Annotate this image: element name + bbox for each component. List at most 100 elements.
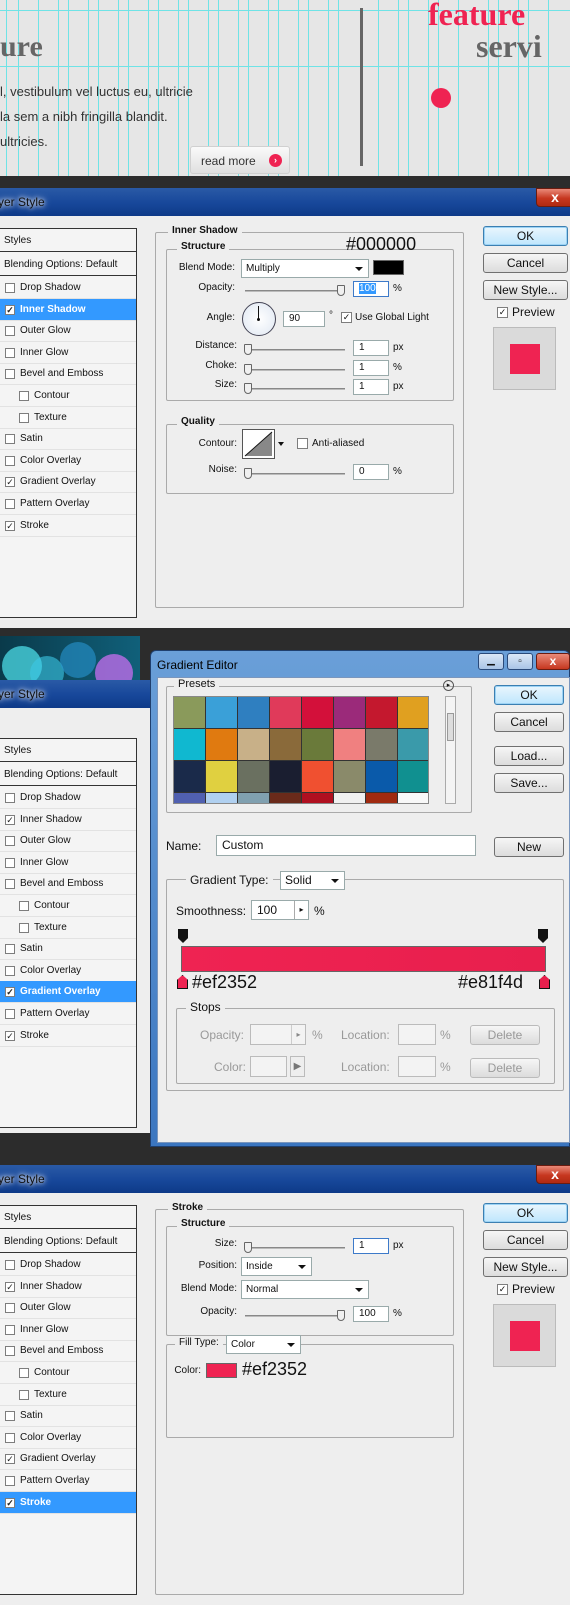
new-style-button[interactable]: New Style... — [483, 280, 568, 300]
style-item[interactable]: ✓ Stroke — [0, 1025, 136, 1047]
size-slider[interactable] — [244, 1242, 345, 1253]
gradient-preset[interactable] — [270, 697, 301, 728]
style-checkbox[interactable]: ✓ — [5, 814, 15, 825]
gradient-preset[interactable] — [366, 729, 397, 760]
opacity-slider[interactable] — [245, 1310, 345, 1321]
style-item[interactable]: Inner Glow — [0, 852, 136, 874]
gradient-preset[interactable] — [302, 729, 333, 760]
style-item[interactable]: Bevel and Emboss — [0, 1340, 136, 1363]
ok-button[interactable]: OK — [494, 685, 564, 705]
style-checkbox[interactable] — [5, 1346, 15, 1357]
style-checkbox[interactable]: ✓ — [5, 1454, 15, 1465]
gradient-preset[interactable] — [238, 697, 269, 728]
chevron-down-icon[interactable] — [278, 442, 284, 446]
distance-slider[interactable] — [244, 344, 345, 355]
style-checkbox[interactable] — [5, 857, 15, 868]
style-item[interactable]: Contour — [0, 1362, 136, 1384]
arrow-right-circle-icon[interactable]: ▸ — [443, 680, 454, 691]
cancel-button[interactable]: Cancel — [483, 253, 568, 273]
new-style-button[interactable]: New Style... — [483, 1257, 568, 1277]
gradient-type-select[interactable]: Solid — [280, 871, 345, 890]
gradient-preset[interactable] — [174, 729, 205, 760]
style-item[interactable]: ✓ Stroke — [0, 515, 136, 537]
slider-thumb[interactable] — [244, 364, 252, 375]
fill-type-select[interactable]: Color — [226, 1335, 301, 1354]
gradient-preset[interactable] — [366, 697, 397, 728]
gradient-preset[interactable] — [206, 697, 237, 728]
gradient-preset[interactable] — [174, 697, 205, 728]
size-input[interactable]: 1 — [353, 379, 389, 395]
stop-location-input[interactable] — [398, 1024, 436, 1045]
minimize-icon[interactable]: ▁ — [478, 653, 504, 670]
gradient-preset[interactable] — [206, 729, 237, 760]
gradient-preset[interactable] — [238, 761, 269, 792]
style-checkbox[interactable]: ✓ — [5, 1030, 15, 1041]
style-checkbox[interactable] — [5, 1260, 15, 1270]
style-checkbox[interactable] — [19, 1368, 29, 1378]
stop-location-input[interactable] — [398, 1056, 436, 1077]
close-icon[interactable]: x — [536, 188, 570, 207]
size-slider[interactable] — [244, 383, 345, 394]
choke-input[interactable]: 1 — [353, 360, 389, 376]
style-checkbox[interactable]: ✓ — [5, 1281, 15, 1292]
opacity-input[interactable]: 100 — [353, 1306, 389, 1322]
chevron-right-icon[interactable]: ▸ — [291, 1025, 305, 1044]
stroke-color-swatch[interactable] — [206, 1363, 237, 1378]
read-more-button[interactable]: read more › — [190, 146, 290, 174]
style-item[interactable]: Texture — [0, 407, 136, 429]
size-input[interactable]: 1 — [353, 1238, 389, 1254]
gradient-preset[interactable] — [398, 697, 428, 728]
style-checkbox[interactable] — [19, 1389, 29, 1400]
style-item[interactable]: ✓ Inner Shadow — [0, 298, 136, 321]
preview-checkbox[interactable]: ✓ — [497, 307, 508, 318]
gradient-preset[interactable] — [302, 761, 333, 792]
style-checkbox[interactable] — [5, 326, 15, 337]
slider-thumb[interactable] — [337, 1310, 345, 1321]
shadow-color-swatch[interactable] — [373, 260, 404, 275]
slider-thumb[interactable] — [337, 285, 345, 296]
save-button[interactable]: Save... — [494, 773, 564, 793]
style-item[interactable]: Color Overlay — [0, 1427, 136, 1449]
dialog3-titlebar[interactable]: yer Style x — [0, 1165, 570, 1193]
chevron-right-icon[interactable]: ▸ — [294, 901, 308, 919]
style-checkbox[interactable] — [19, 391, 29, 401]
gradient-preset[interactable] — [270, 793, 301, 803]
style-item[interactable]: Pattern Overlay — [0, 1003, 136, 1025]
style-item[interactable]: Texture — [0, 1384, 136, 1406]
style-item[interactable]: Satin — [0, 428, 136, 451]
angle-dial[interactable] — [242, 302, 276, 336]
style-checkbox[interactable] — [5, 879, 15, 890]
gradient-preset[interactable] — [398, 761, 428, 792]
smoothness-input[interactable]: 100 ▸ — [251, 900, 309, 920]
gradient-preset[interactable] — [206, 793, 237, 803]
gradient-preset[interactable] — [334, 793, 365, 803]
new-button[interactable]: New — [494, 837, 564, 857]
gradient-preset[interactable] — [238, 729, 269, 760]
style-item[interactable]: Outer Glow — [0, 1297, 136, 1320]
style-checkbox[interactable]: ✓ — [5, 477, 15, 488]
anti-aliased-checkbox[interactable] — [297, 438, 308, 449]
gradient-preset[interactable] — [174, 793, 205, 803]
presets-scrollbar[interactable] — [445, 696, 456, 804]
cancel-button[interactable]: Cancel — [483, 1230, 568, 1250]
style-checkbox[interactable] — [5, 369, 15, 380]
style-item[interactable]: Pattern Overlay — [0, 493, 136, 515]
styles-header[interactable]: Styles — [0, 739, 136, 762]
ok-button[interactable]: OK — [483, 226, 568, 246]
styles-header[interactable]: Styles — [0, 1206, 136, 1229]
gradient-preset[interactable] — [398, 729, 428, 760]
delete-opacity-stop-button[interactable]: Delete — [470, 1025, 540, 1045]
noise-slider[interactable] — [244, 468, 345, 479]
preview-checkbox[interactable]: ✓ — [497, 1284, 508, 1295]
gradient-preset[interactable] — [238, 793, 269, 803]
style-checkbox[interactable] — [5, 347, 15, 358]
load-button[interactable]: Load... — [494, 746, 564, 766]
style-checkbox[interactable] — [5, 499, 15, 509]
style-checkbox[interactable] — [5, 836, 15, 847]
gradient-preset[interactable] — [334, 729, 365, 760]
style-checkbox[interactable] — [5, 283, 15, 293]
blend-mode-select[interactable]: Multiply — [241, 259, 369, 278]
style-item[interactable]: ✓ Gradient Overlay — [0, 1448, 136, 1471]
style-item[interactable]: ✓ Stroke — [0, 1491, 136, 1514]
style-item[interactable]: Bevel and Emboss — [0, 363, 136, 386]
